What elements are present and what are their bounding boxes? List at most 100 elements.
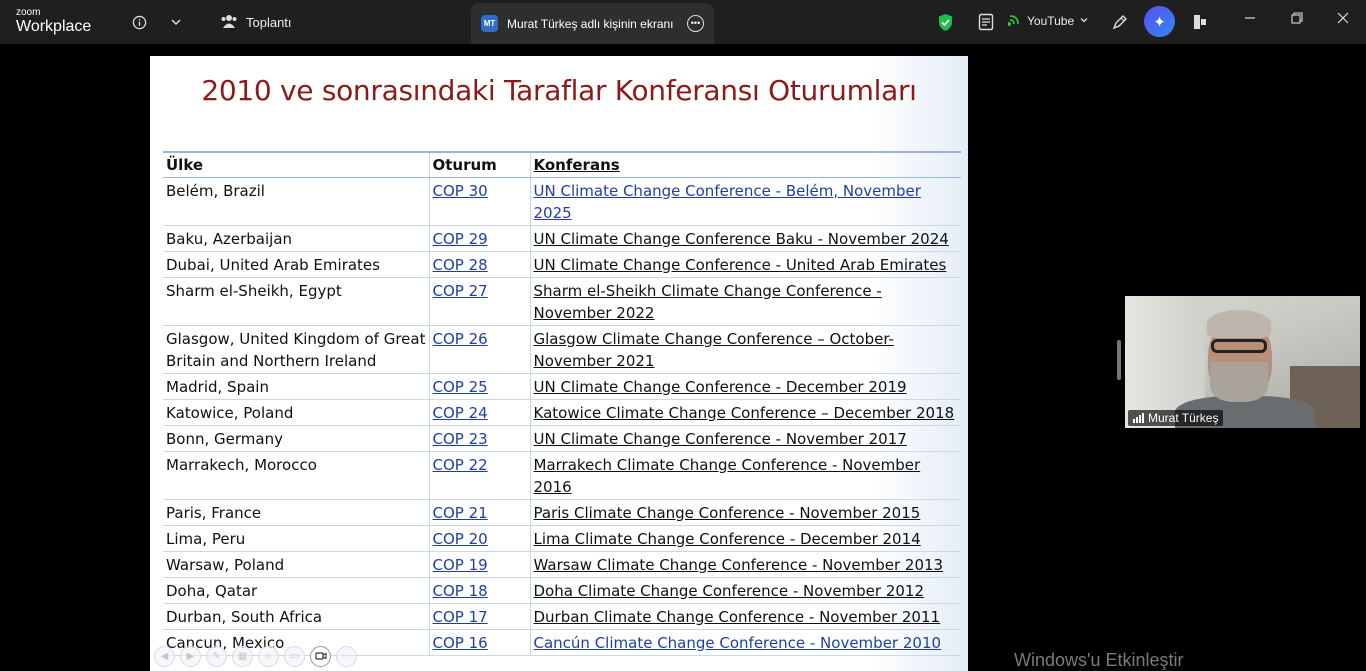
cell-session: COP 22	[428, 451, 530, 500]
audio-level-icon	[1133, 413, 1144, 423]
table-row: Paris, France COP 21 Paris Climate Change …	[163, 499, 961, 526]
cell-conference: Doha Climate Change Conference - Novembe…	[529, 577, 961, 604]
session-link[interactable]: COP 20	[433, 530, 488, 548]
side-panel-icon[interactable]	[1187, 9, 1213, 35]
session-link[interactable]: COP 29	[433, 230, 488, 248]
cell-session: COP 26	[428, 325, 530, 374]
close-icon[interactable]	[1331, 10, 1355, 28]
cell-country: Sharm el-Sheikh, Egypt	[163, 277, 429, 326]
tab-meeting-label: Toplantı	[246, 14, 292, 30]
cell-country: Belém, Brazil	[163, 177, 429, 226]
cell-conference: Lima Climate Change Conference - Decembe…	[529, 525, 961, 552]
shield-icon[interactable]	[932, 9, 958, 35]
avatar: MT	[481, 15, 498, 32]
cell-country: Katowice, Poland	[163, 399, 429, 426]
cell-conference: Paris Climate Change Conference - Novemb…	[529, 499, 961, 526]
cell-session: COP 29	[428, 225, 530, 252]
participant-hair	[1207, 310, 1271, 338]
cell-conference: Sharm el-Sheikh Climate Change Conferenc…	[529, 277, 961, 326]
zoom-slide-button[interactable]: ⌕	[258, 645, 279, 667]
conference-link[interactable]: Marrakech Climate Change Conference - No…	[534, 456, 921, 496]
previous-slide-button[interactable]: ◀	[154, 645, 175, 667]
conference-link[interactable]: Lima Climate Change Conference - Decembe…	[534, 530, 921, 548]
subtitles-button[interactable]: ▭	[284, 645, 305, 667]
cell-country: Baku, Azerbaijan	[163, 225, 429, 252]
conference-link[interactable]: Warsaw Climate Change Conference - Novem…	[534, 556, 944, 574]
session-link[interactable]: COP 25	[433, 378, 488, 396]
conference-link[interactable]: Durban Climate Change Conference - Novem…	[534, 608, 941, 626]
cell-country: Paris, France	[163, 499, 429, 526]
session-link[interactable]: COP 27	[433, 282, 488, 300]
session-link[interactable]: COP 23	[433, 430, 488, 448]
ai-companion-button[interactable]: ✦	[1144, 6, 1175, 37]
conference-link[interactable]: Cancún Climate Change Conference - Novem…	[534, 634, 942, 652]
annotate-pen-icon[interactable]	[1107, 9, 1133, 35]
more-options-button[interactable]: ⋯	[336, 645, 357, 667]
resize-handle[interactable]	[1117, 340, 1121, 380]
restore-icon[interactable]	[1285, 10, 1309, 28]
participant-video-tile[interactable]: Murat Türkeş	[1125, 296, 1360, 428]
cell-conference: UN Climate Change Conference - December …	[529, 373, 961, 400]
cell-country: Bonn, Germany	[163, 425, 429, 452]
table-row: Marrakech, Morocco COP 22 Marrakech Climat…	[163, 451, 961, 500]
conference-link[interactable]: Glasgow Climate Change Conference – Octo…	[534, 330, 894, 370]
participants-icon	[220, 13, 238, 32]
conference-link[interactable]: Doha Climate Change Conference - Novembe…	[534, 582, 925, 600]
pen-tool-button[interactable]: ✎	[206, 645, 227, 667]
conference-link[interactable]: Sharm el-Sheikh Climate Change Conferenc…	[534, 282, 882, 322]
info-icon[interactable]	[126, 9, 152, 35]
tab-meeting[interactable]: Toplantı	[210, 6, 302, 38]
conference-link[interactable]: UN Climate Change Conference - December …	[534, 378, 907, 396]
cell-session: COP 18	[428, 577, 530, 604]
zoom-logo: zoom Workplace	[16, 8, 91, 35]
cell-session: COP 27	[428, 277, 530, 326]
cell-country: Doha, Qatar	[163, 577, 429, 604]
notes-icon[interactable]	[973, 9, 999, 35]
cell-country: Glasgow, United Kingdom of Great Britain…	[163, 325, 429, 374]
session-link[interactable]: COP 26	[433, 330, 488, 348]
youtube-label: YouTube	[1027, 13, 1075, 28]
session-link[interactable]: COP 22	[433, 456, 488, 474]
camera-button[interactable]	[310, 645, 331, 667]
cell-country: Dubai, United Arab Emirates	[163, 251, 429, 278]
table-row: Madrid, Spain COP 25 UN Climate Change Con…	[163, 373, 961, 400]
cell-session: COP 24	[428, 399, 530, 426]
cell-country: Madrid, Spain	[163, 373, 429, 400]
session-link[interactable]: COP 17	[433, 608, 488, 626]
cell-country: Durban, South Africa	[163, 603, 429, 630]
conference-link[interactable]: Paris Climate Change Conference - Novemb…	[534, 504, 921, 522]
table-row: Durban, South Africa COP 17 Durban Climate…	[163, 603, 961, 630]
cell-country: Lima, Peru	[163, 525, 429, 552]
session-link[interactable]: COP 24	[433, 404, 488, 422]
conference-link[interactable]: Katowice Climate Change Conference – Dec…	[534, 404, 955, 422]
session-link[interactable]: COP 28	[433, 256, 488, 274]
table-row: Glasgow, United Kingdom of Great Britain…	[163, 325, 961, 374]
chevron-down-icon[interactable]	[163, 9, 189, 35]
minimize-icon[interactable]	[1238, 10, 1262, 28]
conference-link[interactable]: UN Climate Change Conference Baku - Nove…	[534, 230, 949, 248]
youtube-stream-button[interactable]: YouTube	[1007, 12, 1089, 29]
slide-title: 2010 ve sonrasındaki Taraflar Konferansı…	[201, 74, 917, 107]
cell-session: COP 28	[428, 251, 530, 278]
cell-country: Marrakech, Morocco	[163, 451, 429, 500]
session-link[interactable]: COP 18	[433, 582, 488, 600]
tab-screen-share[interactable]: MT Murat Türkeş adlı kişinin ekranı •••	[471, 3, 714, 44]
next-slide-button[interactable]: ▶	[180, 645, 201, 667]
session-link[interactable]: COP 16	[433, 634, 488, 652]
title-bar: zoom Workplace Toplantı MT Murat Türkeş …	[0, 0, 1366, 44]
activation-watermark: Windows'u Etkinleştir	[1014, 650, 1184, 670]
cell-conference: UN Climate Change Conference - United Ar…	[529, 251, 961, 278]
conference-link[interactable]: UN Climate Change Conference - November …	[534, 430, 907, 448]
table-row: Sharm el-Sheikh, Egypt COP 27 Sharm el-She…	[163, 277, 961, 326]
conference-link[interactable]: UN Climate Change Conference - Belém, No…	[534, 182, 921, 222]
chevron-down-icon	[1079, 14, 1089, 28]
cell-session: COP 17	[428, 603, 530, 630]
participant-beard	[1210, 362, 1268, 402]
session-link[interactable]: COP 30	[433, 182, 488, 200]
more-options-icon[interactable]: •••	[687, 15, 704, 32]
all-slides-button[interactable]: ▦	[232, 645, 253, 667]
session-link[interactable]: COP 21	[433, 504, 488, 522]
cell-session: COP 16	[428, 629, 530, 656]
conference-link[interactable]: UN Climate Change Conference - United Ar…	[534, 256, 947, 274]
session-link[interactable]: COP 19	[433, 556, 488, 574]
